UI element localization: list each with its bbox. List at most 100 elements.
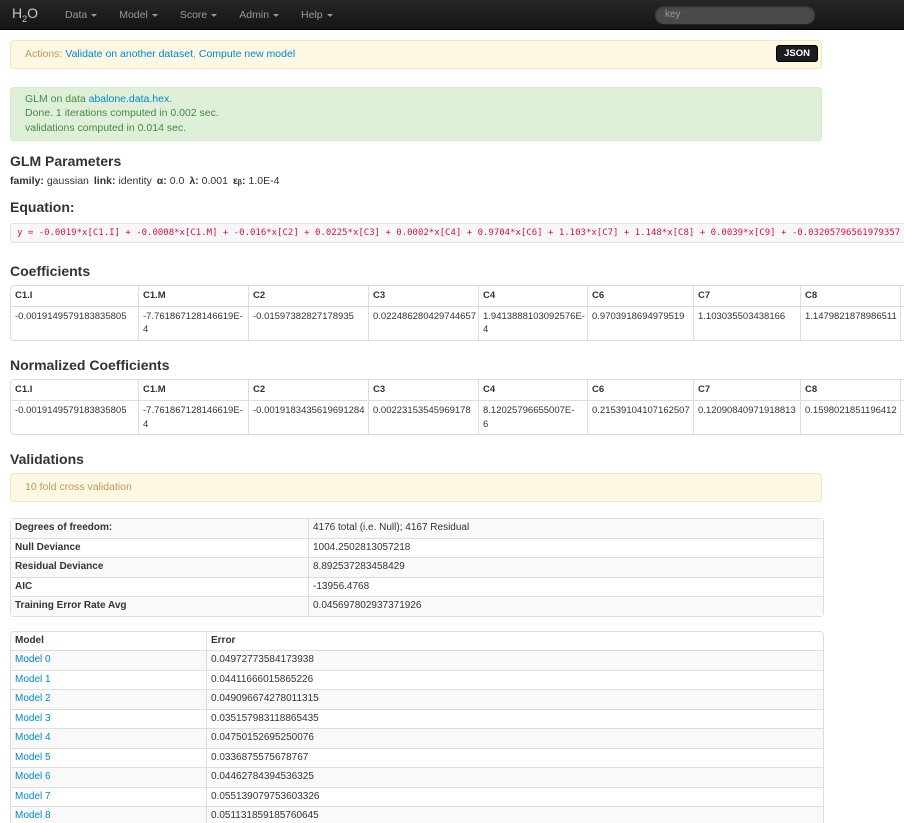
h2o-logo[interactable]: H2O <box>12 5 38 24</box>
summary-label: AIC <box>11 577 308 597</box>
coef-value-cell <box>900 400 904 435</box>
model-row: Model 6 0.04462784394536325 <box>11 767 823 787</box>
model-name-cell: Model 0 <box>11 650 206 670</box>
chevron-down-icon <box>327 14 333 17</box>
status-line-1: GLM on data abalone.data.hex. <box>25 92 807 107</box>
nav-menu-score[interactable]: Score <box>169 0 228 30</box>
coef-column-header: C6 <box>587 286 693 306</box>
model-link[interactable]: Model 5 <box>15 752 51 763</box>
logo-text: H <box>12 5 22 21</box>
model-name-cell: Model 3 <box>11 709 206 729</box>
equation-heading: Equation: <box>10 199 904 215</box>
coefficients-heading: Coefficients <box>10 263 904 279</box>
coef-value-cell: 1.9413888103092576E-4 <box>478 306 587 341</box>
coef-value-cell: -0.0019149579183835805 <box>11 400 138 435</box>
model-link[interactable]: Model 1 <box>15 674 51 685</box>
models-column-header: Error <box>206 632 823 651</box>
nav-menu-label: Score <box>180 9 207 21</box>
model-link[interactable]: Model 6 <box>15 771 51 782</box>
normalized-coefficients-clip: C1.IC1.MC2C3C4C6C7C8-0.00191495791838358… <box>10 379 904 439</box>
summary-row: Residual Deviance8.892537283458429 <box>11 557 823 577</box>
model-row: Model 80.051131859185760645 <box>11 806 823 823</box>
param-label: α: <box>157 175 167 187</box>
model-error-cell: 0.035157983118865435 <box>206 709 823 729</box>
model-row: Model 4 0.04750152695250076 <box>11 728 823 748</box>
compute-new-model-link[interactable]: Compute new model <box>199 48 295 60</box>
equation-clip: y = -0.0019*x[C1.I] + -0.0008*x[C1.M] + … <box>10 221 904 251</box>
summary-value: 1004.2502813057218 <box>308 538 823 558</box>
param-value: 1.0E-4 <box>249 175 280 187</box>
model-link[interactable]: Model 7 <box>15 791 51 802</box>
chevron-down-icon <box>91 14 97 17</box>
coef-column-header: C2 <box>248 380 368 400</box>
coef-value-cell: -7.761867128146619E-4 <box>138 400 248 435</box>
model-row: Model 0 0.04972773584173938 <box>11 650 823 670</box>
model-link[interactable]: Model 3 <box>15 713 51 724</box>
search-wrap <box>654 4 816 25</box>
summary-value: 4176 total (i.e. Null); 4167 Residual <box>308 519 823 538</box>
model-link[interactable]: Model 0 <box>15 654 51 665</box>
coef-value-cell: 8.12025796655007E-6 <box>478 400 587 435</box>
json-button[interactable]: JSON <box>776 45 818 62</box>
page-content: Actions:Validate on another dataset, Com… <box>0 40 904 823</box>
model-link[interactable]: Model 4 <box>15 732 51 743</box>
actions-bar: Actions:Validate on another dataset, Com… <box>10 40 822 69</box>
chevron-down-icon <box>152 14 158 17</box>
nav-menu-label: Help <box>301 9 323 21</box>
summary-row: Training Error Rate Avg0.045697802937371… <box>11 596 823 616</box>
coefficients-clip: C1.IC1.MC2C3C4C6C7C8-0.00191495791838358… <box>10 285 904 345</box>
model-name-cell: Model 8 <box>11 806 206 823</box>
coefficients-table: C1.IC1.MC2C3C4C6C7C8-0.00191495791838358… <box>10 285 904 341</box>
model-error-cell: 0.049096674278011315 <box>206 689 823 709</box>
coef-value-cell: 0.1598021851196412 <box>800 400 900 435</box>
validations-heading: Validations <box>10 451 904 467</box>
model-name-cell: Model 7 <box>11 787 206 807</box>
model-name-cell: Model 6 <box>11 767 206 787</box>
model-name-cell: Model 1 <box>11 670 206 690</box>
coef-value-cell: 0.9703918694979519 <box>587 306 693 341</box>
summary-row: AIC-13956.4768 <box>11 577 823 597</box>
navbar: H2O DataModel Score Admin Help <box>0 0 904 30</box>
coef-value-cell: -0.0019183435619691284 <box>248 400 368 435</box>
summary-value: 8.892537283458429 <box>308 557 823 577</box>
coef-value-cell: -7.761867128146619E-4 <box>138 306 248 341</box>
param-value: 0.001 <box>202 175 228 187</box>
model-error-cell: 0.04462784394536325 <box>206 767 823 787</box>
nav-menu-help[interactable]: Help <box>290 0 344 30</box>
param-label: λ: <box>189 175 198 187</box>
status-line-3: validations computed in 0.014 sec. <box>25 121 807 136</box>
nav-menu-admin[interactable]: Admin <box>228 0 290 30</box>
summary-label: Training Error Rate Avg <box>11 596 308 616</box>
coef-column-header <box>900 380 904 400</box>
status-box: GLM on data abalone.data.hex. Done. 1 it… <box>10 87 822 141</box>
model-error-cell: 0.0336875575678767 <box>206 748 823 768</box>
validate-link[interactable]: Validate on another dataset <box>65 48 193 60</box>
normalized-coefficients-table: C1.IC1.MC2C3C4C6C7C8-0.00191495791838358… <box>10 379 904 435</box>
param-label: family: <box>10 175 44 187</box>
coef-column-header: C7 <box>693 380 800 400</box>
equation-code: y = -0.0019*x[C1.I] + -0.0008*x[C1.M] + … <box>10 223 904 243</box>
coef-column-header: C7 <box>693 286 800 306</box>
coef-column-header: C6 <box>587 380 693 400</box>
logo-text-2: O <box>27 5 38 21</box>
coef-column-header <box>900 286 904 306</box>
param-label: link: <box>94 175 116 187</box>
model-error-cell: 0.04972773584173938 <box>206 650 823 670</box>
normalized-coefficients-heading: Normalized Coefficients <box>10 357 904 373</box>
dataset-link[interactable]: abalone.data.hex <box>89 93 170 105</box>
coef-column-header: C1.I <box>11 286 138 306</box>
model-error-cell: 0.04750152695250076 <box>206 728 823 748</box>
coef-value-cell: 0.12090840971918813 <box>693 400 800 435</box>
nav-menu-model[interactable]: Model <box>108 0 169 30</box>
search-input[interactable] <box>654 5 816 25</box>
glm-params-line: family:gaussianlink:identityα:0.0λ:0.001… <box>10 175 904 187</box>
model-link[interactable]: Model 2 <box>15 693 51 704</box>
model-link[interactable]: Model 8 <box>15 810 51 821</box>
nav-menu-data[interactable]: Data <box>54 0 108 30</box>
validation-note: 10 fold cross validation <box>10 473 822 502</box>
coef-value-cell: 1.1479821878986511 <box>800 306 900 341</box>
coef-column-header: C4 <box>478 286 587 306</box>
coef-column-header: C4 <box>478 380 587 400</box>
models-table: ModelErrorModel 00.04972773584173938Mode… <box>10 631 824 823</box>
model-error-cell: 0.055139079753603326 <box>206 787 823 807</box>
